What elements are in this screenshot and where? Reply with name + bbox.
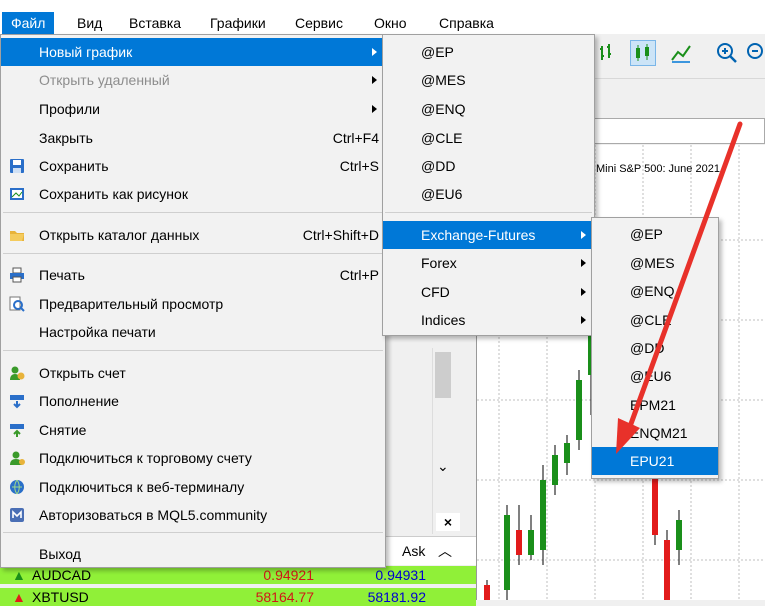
annotation-arrow bbox=[616, 121, 743, 454]
